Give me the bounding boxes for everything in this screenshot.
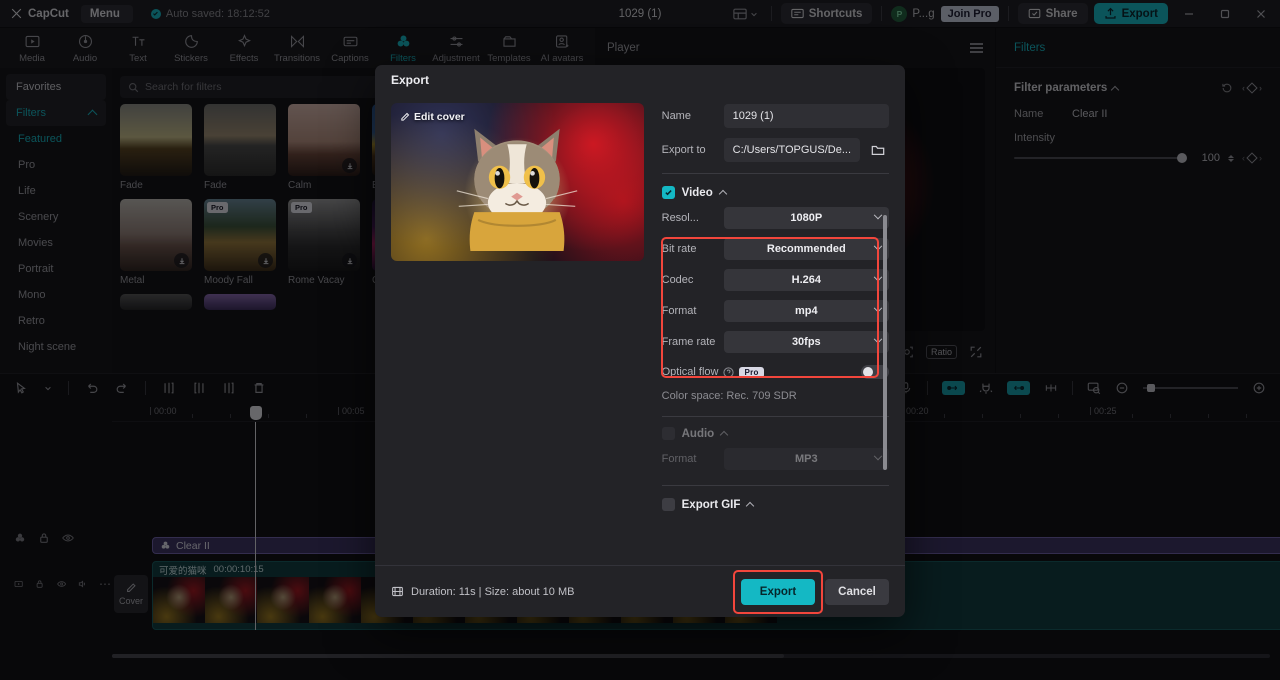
audio-format-row: Format MP3	[662, 447, 889, 471]
resolution-label: Resol...	[661, 212, 699, 224]
dialog-scrollbar[interactable]	[883, 215, 887, 470]
dialog-cancel-button[interactable]: Cancel	[825, 578, 889, 605]
format-row: Format mp4	[662, 299, 889, 323]
format-label: Format	[661, 305, 697, 317]
chevron-down-icon	[873, 451, 883, 461]
chevron-up-icon[interactable]	[719, 430, 729, 440]
footer-buttons: Export Cancel	[733, 569, 889, 614]
chevron-up-icon[interactable]	[746, 501, 755, 511]
pro-badge: Pro	[739, 366, 764, 378]
folder-icon	[871, 145, 885, 155]
name-row: Name 1029 (1)	[662, 103, 889, 129]
edit-cover-button[interactable]: Edit cover	[400, 111, 465, 123]
cover-thumbnail-image	[456, 128, 578, 252]
chevron-down-icon	[873, 210, 883, 220]
export-dialog: Export Edit cover Name 1029 (1) Export t…	[375, 65, 905, 617]
export-dialog-footer: Duration: 11s | Size: about 10 MB Export…	[375, 565, 905, 617]
video-checkbox[interactable]	[661, 186, 675, 199]
audio-format-label: Format	[661, 453, 697, 465]
audio-format-value: MP3	[795, 453, 818, 465]
chevron-down-icon	[873, 334, 883, 344]
codec-value: H.264	[791, 274, 821, 286]
codec-label: Codec	[661, 274, 694, 286]
bitrate-dropdown[interactable]: Recommended	[723, 238, 889, 260]
chevron-down-icon	[873, 272, 883, 282]
duration-info: Duration: 11s | Size: about 10 MB	[391, 585, 574, 598]
export-path-input[interactable]: C:/Users/TOPGUS/De...	[723, 138, 860, 162]
resolution-dropdown[interactable]: 1080P	[723, 207, 889, 229]
bitrate-value: Recommended	[766, 243, 846, 255]
cover-preview: Edit cover	[391, 103, 644, 261]
audio-section-header: Audio	[661, 427, 889, 440]
framerate-label: Frame rate	[661, 336, 716, 348]
codec-dropdown[interactable]: H.264	[723, 269, 889, 291]
film-icon	[392, 586, 403, 597]
framerate-row: Frame rate 30fps	[662, 330, 889, 354]
chevron-down-icon	[873, 303, 883, 313]
bitrate-label: Bit rate	[661, 243, 697, 255]
export-to-label: Export to	[661, 144, 706, 156]
divider	[661, 485, 889, 486]
export-to-row: Export to C:/Users/TOPGUS/De...	[662, 137, 889, 163]
optical-flow-label: Optical flow	[661, 366, 719, 378]
browse-folder-button[interactable]	[867, 139, 889, 161]
divider	[661, 416, 889, 417]
dialog-export-button[interactable]: Export	[741, 578, 815, 605]
audio-format-dropdown[interactable]: MP3	[723, 448, 889, 470]
export-dialog-title: Export	[391, 73, 430, 87]
gif-checkbox[interactable]	[661, 498, 675, 511]
export-dialog-body: Edit cover Name 1029 (1) Export to C:/Us…	[375, 95, 905, 565]
check-icon	[664, 190, 672, 196]
video-section-label: Video	[681, 186, 713, 199]
codec-row: Codec H.264	[662, 268, 889, 292]
color-space-label: Color space: Rec. 709 SDR	[661, 390, 797, 402]
capcut-window: CapCut Menu Auto saved: 18:12:52 1029 (1…	[0, 0, 1280, 680]
export-form: Name 1029 (1) Export to C:/Users/TOPGUS/…	[661, 95, 889, 565]
resolution-row: Resol... 1080P	[662, 206, 889, 230]
framerate-value: 30fps	[791, 336, 821, 348]
name-label: Name	[661, 110, 691, 122]
gif-section-label: Export GIF	[681, 498, 741, 511]
divider	[661, 173, 889, 174]
format-value: mp4	[795, 305, 818, 317]
resolution-value: 1080P	[790, 212, 823, 224]
optical-flow-row: Optical flow Pro	[662, 365, 889, 379]
chevron-up-icon[interactable]	[718, 189, 727, 199]
video-section-header: Video	[661, 186, 889, 199]
framerate-dropdown[interactable]: 30fps	[723, 331, 889, 353]
help-icon[interactable]	[723, 366, 735, 378]
name-input[interactable]: 1029 (1)	[723, 104, 889, 128]
edit-pencil-icon	[401, 112, 410, 121]
edit-cover-label: Edit cover	[414, 111, 465, 123]
duration-text: Duration: 11s | Size: about 10 MB	[411, 585, 575, 598]
chevron-down-icon	[873, 241, 883, 251]
audio-checkbox[interactable]	[661, 427, 675, 440]
format-dropdown[interactable]: mp4	[723, 300, 889, 322]
audio-section-label: Audio	[681, 427, 715, 440]
bitrate-row: Bit rate Recommended	[662, 237, 889, 261]
gif-section-header: Export GIF	[661, 498, 889, 511]
